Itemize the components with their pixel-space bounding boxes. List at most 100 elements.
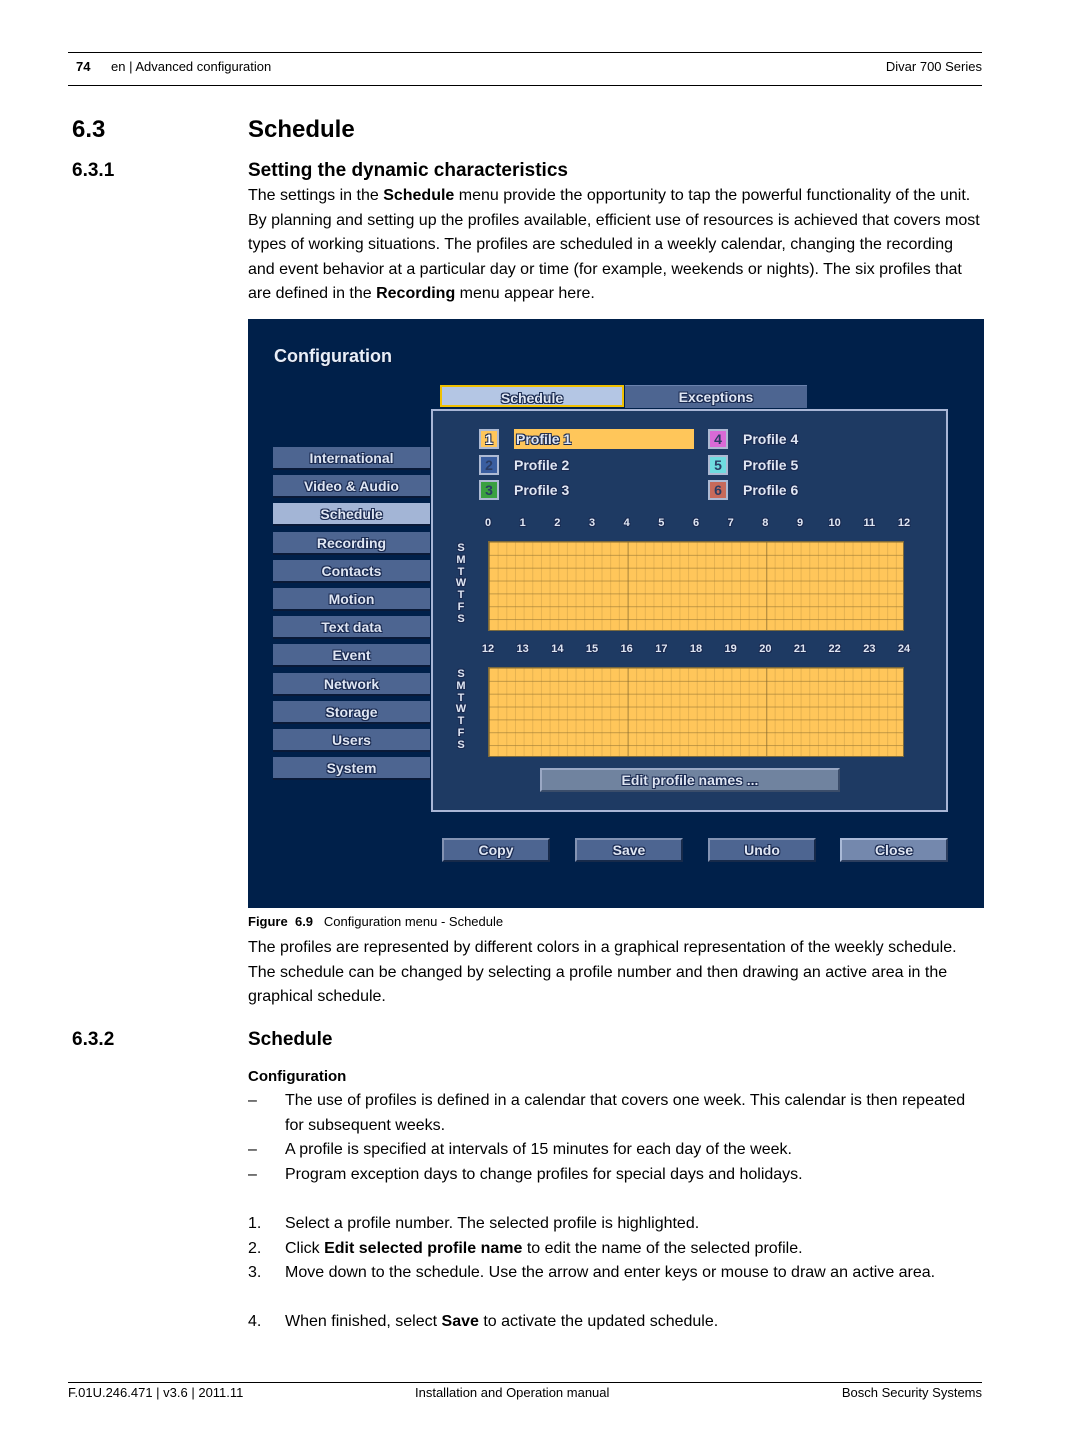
profile-6-color-swatch[interactable]: 6 xyxy=(708,480,728,500)
sidebar-item-network[interactable]: Network xyxy=(273,672,430,696)
text-run: The settings in the xyxy=(248,187,384,204)
hour-label: 9 xyxy=(796,517,804,529)
figure-label: Figure xyxy=(248,914,288,929)
profile-3-color-swatch[interactable]: 3 xyxy=(479,480,499,500)
sidebar-item-international[interactable]: International xyxy=(273,447,430,470)
step-number: 1. xyxy=(248,1215,262,1232)
day-label: M xyxy=(456,553,466,566)
bold-term: Save xyxy=(441,1313,479,1331)
profile-4-color-swatch[interactable]: 4 xyxy=(708,429,728,449)
step-number: 2. xyxy=(248,1239,262,1257)
sidebar-item-text-data[interactable]: Text data xyxy=(273,616,430,640)
hour-label: 0 xyxy=(484,517,492,529)
hour-label: 22 xyxy=(828,643,841,655)
hour-label: 18 xyxy=(689,643,703,655)
hour-label: 23 xyxy=(863,643,876,655)
hour-label: 12 xyxy=(481,643,495,655)
sidebar-item-schedule[interactable]: Schedule xyxy=(273,503,430,527)
profile-1-color-swatch[interactable]: 1 xyxy=(479,429,499,449)
bullet-text: A profile is specified at intervals of 1… xyxy=(285,1141,792,1159)
profile-1-name[interactable]: Profile 1 xyxy=(514,429,694,449)
hour-label: 21 xyxy=(793,643,807,655)
config-title: Configuration xyxy=(274,346,392,366)
hour-label: 11 xyxy=(863,517,876,529)
hour-label: 17 xyxy=(655,643,668,655)
hour-label: 24 xyxy=(897,643,911,655)
page-header: 74 en | Advanced configuration Divar 700… xyxy=(68,52,982,86)
page-footer: F.01U.246.471 | v3.6 | 2011.11 Installat… xyxy=(68,1382,982,1403)
bullet-dash: – xyxy=(248,1092,257,1109)
sidebar-item-event[interactable]: Event xyxy=(273,644,430,668)
profile-4-name[interactable]: Profile 4 xyxy=(743,429,798,449)
sidebar-item-system[interactable]: System xyxy=(273,757,430,781)
bold-term: Schedule xyxy=(383,187,455,204)
figure-caption: Figure 6.9 Configuration menu - Schedule xyxy=(248,914,503,929)
text-run: Click xyxy=(285,1239,325,1257)
hour-label: 13 xyxy=(516,643,529,655)
section-title: Schedule xyxy=(248,116,355,143)
hour-label: 8 xyxy=(762,517,769,529)
schedule-grid-am[interactable] xyxy=(488,541,904,631)
schedule-panel: 1 Profile 1 2 Profile 2 3 Profile 3 4 Profile 4… xyxy=(431,409,948,812)
profile-3-name[interactable]: Profile 3 xyxy=(514,480,569,500)
step-number: 3. xyxy=(248,1264,262,1282)
subsection-title: Setting the dynamic characteristics xyxy=(248,160,568,181)
bullet-dash: – xyxy=(248,1141,257,1159)
intro-paragraph: The settings in the Schedule menu provid… xyxy=(248,184,984,307)
configuration-subheading: Configuration xyxy=(248,1068,347,1085)
tab-exceptions[interactable]: Exceptions xyxy=(625,385,807,408)
hour-label: 19 xyxy=(724,643,737,655)
figure-text: Configuration menu - Schedule xyxy=(323,914,504,929)
hour-label: 2 xyxy=(554,517,561,529)
edit-profile-names-button[interactable]: Edit profile names ... xyxy=(540,768,840,792)
text-run: Select a profile number. The selected pr… xyxy=(285,1215,700,1232)
text-run: When finished, select xyxy=(285,1313,442,1331)
bullet-text: Program exception days to change profile… xyxy=(285,1165,803,1183)
step-text: Move down to the schedule. Use the arrow… xyxy=(285,1261,985,1286)
text-run: menu appear here. xyxy=(455,285,595,303)
tab-schedule[interactable]: Schedule xyxy=(440,385,624,407)
profile-6-name[interactable]: Profile 6 xyxy=(743,480,798,500)
hour-label: 3 xyxy=(588,517,596,529)
bold-term: Edit selected profile name xyxy=(324,1239,523,1257)
sidebar-item-video-audio[interactable]: Video & Audio xyxy=(273,475,430,499)
profile-5-name[interactable]: Profile 5 xyxy=(743,455,798,475)
footer-doc-type: Installation and Operation manual xyxy=(415,1385,610,1400)
sidebar-item-storage[interactable]: Storage xyxy=(273,700,430,724)
sidebar-item-motion[interactable]: Motion xyxy=(273,588,430,611)
hour-label: 16 xyxy=(620,643,633,655)
day-label: S xyxy=(457,738,465,751)
text-run: Move down to the schedule. Use the arrow… xyxy=(285,1264,936,1282)
hour-label: 7 xyxy=(727,517,734,529)
undo-button[interactable]: Undo xyxy=(708,838,816,862)
schedule-grid-pm[interactable] xyxy=(488,667,904,757)
profiles-paragraph: The profiles are represented by differen… xyxy=(248,939,957,1006)
header-section: en | Advanced configuration xyxy=(111,59,272,74)
figure-number: 6.9 xyxy=(294,914,314,929)
day-label: S xyxy=(457,612,465,625)
step-text: Click Edit selected profile name to edit… xyxy=(285,1237,985,1262)
step-text: When finished, select Save to activate t… xyxy=(285,1310,985,1335)
hour-label: 12 xyxy=(897,517,911,529)
bullet-dash: – xyxy=(248,1165,257,1183)
profile-2-name[interactable]: Profile 2 xyxy=(514,455,569,475)
profile-2-color-swatch[interactable]: 2 xyxy=(479,454,499,475)
sidebar-item-contacts[interactable]: Contacts xyxy=(273,559,430,583)
subsection-number: 6.3.1 xyxy=(72,160,115,181)
profile-5-color-swatch[interactable]: 5 xyxy=(708,454,728,475)
footer-company: Bosch Security Systems xyxy=(841,1385,982,1400)
hour-label: 14 xyxy=(551,643,564,655)
close-button[interactable]: Close xyxy=(840,838,948,862)
step-text: Select a profile number. The selected pr… xyxy=(285,1212,985,1237)
copy-button[interactable]: Copy xyxy=(442,838,550,862)
sidebar-item-users[interactable]: Users xyxy=(273,729,430,752)
bullet-text: The use of profiles is defined in a cale… xyxy=(285,1092,966,1134)
text-run: to activate the updated schedule. xyxy=(478,1313,719,1331)
sidebar-item-recording[interactable]: Recording xyxy=(273,531,430,555)
hour-label: 20 xyxy=(759,643,772,655)
hour-label: 10 xyxy=(828,517,841,529)
save-button[interactable]: Save xyxy=(575,838,683,862)
header-product: Divar 700 Series xyxy=(885,59,982,74)
subsection2-number: 6.3.2 xyxy=(72,1029,115,1050)
subsection2-title: Schedule xyxy=(248,1029,333,1050)
